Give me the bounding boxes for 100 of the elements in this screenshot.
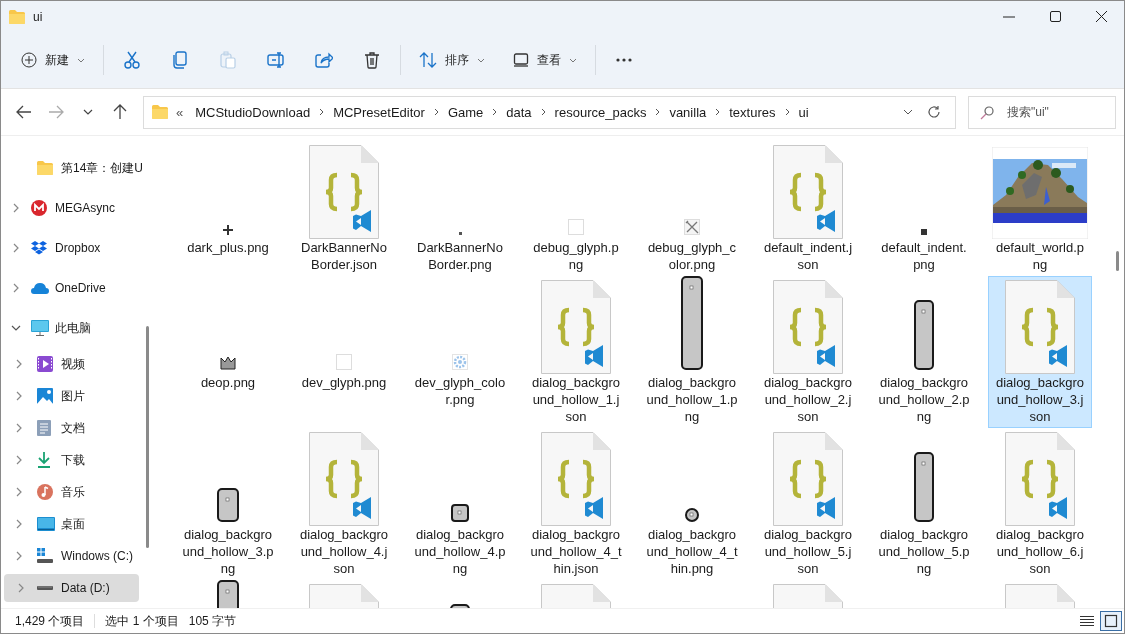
breadcrumb[interactable]: vanilla bbox=[666, 104, 710, 120]
chevron-right-icon[interactable] bbox=[13, 243, 19, 253]
folder-icon bbox=[37, 161, 53, 175]
rounded-bar-icon bbox=[914, 300, 934, 370]
file-item[interactable]: dialog_background_hollow_4.png bbox=[408, 428, 512, 580]
file-name: dialog_background_hollow_3.png bbox=[182, 526, 274, 577]
new-button[interactable]: 新建 bbox=[11, 42, 95, 78]
file-item[interactable]: debug_glyph_color.png bbox=[640, 141, 744, 276]
arrow-right-icon bbox=[48, 105, 64, 119]
file-name: dialog_background_hollow_4.json bbox=[298, 526, 390, 577]
file-name: dialog_background_hollow_3.json bbox=[994, 374, 1086, 425]
file-name: deop.png bbox=[199, 374, 257, 391]
chevron-right-icon bbox=[492, 108, 498, 116]
folder-icon bbox=[9, 9, 25, 24]
sidebar-item[interactable]: OneDrive bbox=[1, 268, 141, 308]
file-item[interactable]: DarkBannerNoBorder.json bbox=[292, 141, 396, 276]
breadcrumb[interactable]: Game bbox=[444, 104, 487, 120]
sidebar-item[interactable]: 图片 bbox=[1, 380, 141, 412]
sidebar-item[interactable]: Windows (C:) bbox=[1, 540, 141, 572]
file-name: dev_glyph_color.png bbox=[414, 374, 506, 408]
breadcrumb[interactable]: MCStudioDownload bbox=[192, 104, 314, 120]
file-item[interactable]: dialog_background_hollow_1.json bbox=[524, 276, 628, 428]
file-item[interactable]: dev_glyph_color.png bbox=[408, 276, 512, 411]
arrow-up-icon bbox=[113, 104, 127, 120]
breadcrumb[interactable]: MCPresetEditor bbox=[330, 104, 428, 120]
rounded-square-icon bbox=[451, 504, 469, 522]
crown-icon bbox=[220, 356, 236, 370]
rounded-square-icon bbox=[685, 508, 699, 522]
breadcrumb[interactable]: textures bbox=[726, 104, 779, 120]
chevron-right-icon[interactable] bbox=[16, 359, 22, 369]
view-button[interactable]: 查看 bbox=[503, 42, 587, 78]
file-item[interactable]: default_indent.png bbox=[872, 141, 976, 276]
search-field[interactable]: 搜索"ui" bbox=[968, 95, 1116, 129]
sidebar-item[interactable]: MEGAsync bbox=[1, 188, 141, 228]
chevron-right-icon[interactable] bbox=[13, 203, 19, 213]
file-item[interactable]: dialog_background_hollow_5.json bbox=[756, 428, 860, 580]
copy-icon bbox=[172, 51, 188, 69]
dropdown-icon[interactable] bbox=[903, 109, 913, 115]
chevron-right-icon[interactable] bbox=[16, 423, 22, 433]
chevron-down-icon[interactable] bbox=[11, 325, 21, 331]
scrollbar-thumb[interactable] bbox=[146, 326, 149, 548]
breadcrumb[interactable]: resource_packs bbox=[551, 104, 650, 120]
video-icon bbox=[37, 356, 53, 372]
rounded-bar-icon bbox=[681, 276, 703, 370]
breadcrumb[interactable]: data bbox=[503, 104, 535, 120]
chevron-right-icon[interactable] bbox=[16, 551, 22, 561]
address-bar[interactable]: « MCStudioDownload MCPresetEditor Game data resource_packs vanilla textures ui bbox=[143, 95, 956, 129]
file-item[interactable]: debug_glyph.png bbox=[524, 141, 628, 276]
monitor-icon bbox=[31, 320, 49, 336]
file-name: dialog_background_hollow_6.json bbox=[994, 526, 1086, 577]
picture-icon bbox=[37, 388, 53, 404]
chevron-right-icon[interactable] bbox=[13, 283, 19, 293]
sidebar-item[interactable]: 桌面 bbox=[1, 508, 141, 540]
file-item[interactable]: dev_glyph.png bbox=[292, 276, 396, 394]
close-icon bbox=[1095, 11, 1107, 22]
sidebar-item[interactable]: 此电脑 bbox=[1, 308, 141, 348]
file-item[interactable]: default_indent.json bbox=[756, 141, 860, 276]
square-icon bbox=[1104, 614, 1118, 628]
file-item[interactable]: default_world.png bbox=[988, 141, 1092, 276]
file-item[interactable]: dialog_background_hollow_3.json bbox=[988, 276, 1092, 428]
file-item[interactable]: dialog_background_hollow_4.json bbox=[292, 428, 396, 580]
file-item[interactable]: dialog_background_hollow_3.png bbox=[176, 428, 280, 580]
file-item[interactable]: dark_plus.png bbox=[176, 141, 280, 259]
chevron-right-icon[interactable] bbox=[16, 391, 22, 401]
tiles-view-button[interactable] bbox=[1100, 611, 1122, 631]
sidebar-item[interactable]: Data (D:) bbox=[4, 574, 139, 602]
cloud-icon bbox=[31, 282, 49, 294]
file-item[interactable]: deop.png bbox=[176, 276, 280, 394]
file-item[interactable]: dialog_background_hollow_4_thin.json bbox=[524, 428, 628, 580]
overflow-button[interactable]: « bbox=[176, 104, 184, 120]
file-item[interactable]: dialog_background_hollow_4_thin.png bbox=[640, 428, 744, 580]
sidebar-item[interactable]: Dropbox bbox=[1, 228, 141, 268]
chevron-right-icon[interactable] bbox=[16, 519, 22, 529]
file-item[interactable]: dialog_background_hollow_2.json bbox=[756, 276, 860, 428]
sidebar-item[interactable]: 下载 bbox=[1, 444, 141, 476]
sort-button[interactable]: 排序 bbox=[409, 42, 495, 78]
refresh-icon[interactable] bbox=[927, 105, 941, 119]
breadcrumb[interactable]: ui bbox=[795, 104, 812, 120]
scrollbar-thumb[interactable] bbox=[1116, 251, 1119, 271]
rounded-bar-icon bbox=[914, 452, 934, 522]
chevron-right-icon bbox=[715, 108, 721, 116]
sidebar-item[interactable]: 文档 bbox=[1, 412, 141, 444]
window-title: ui bbox=[33, 9, 43, 24]
sidebar-item[interactable]: 视频 bbox=[1, 348, 141, 380]
chevron-right-icon[interactable] bbox=[16, 487, 22, 497]
json-file-icon bbox=[309, 432, 379, 526]
chevron-right-icon[interactable] bbox=[16, 455, 22, 465]
file-name: DarkBannerNoBorder.png bbox=[416, 239, 504, 273]
file-name: dialog_background_hollow_5.json bbox=[762, 526, 854, 577]
sidebar-item[interactable]: 音乐 bbox=[1, 476, 141, 508]
chevron-right-icon bbox=[784, 108, 790, 116]
file-item[interactable]: dialog_background_hollow_5.png bbox=[872, 428, 976, 580]
file-item[interactable]: DarkBannerNoBorder.png bbox=[408, 141, 512, 276]
file-item[interactable]: dialog_background_hollow_6.json bbox=[988, 428, 1092, 580]
file-item[interactable]: dialog_background_hollow_2.png bbox=[872, 276, 976, 428]
delete-icon bbox=[364, 51, 380, 69]
view-icon bbox=[513, 53, 529, 67]
file-item[interactable]: dialog_background_hollow_1.png bbox=[640, 276, 744, 428]
chevron-right-icon[interactable] bbox=[17, 583, 24, 593]
sidebar-item[interactable]: 第14章：创建U bbox=[1, 148, 141, 188]
